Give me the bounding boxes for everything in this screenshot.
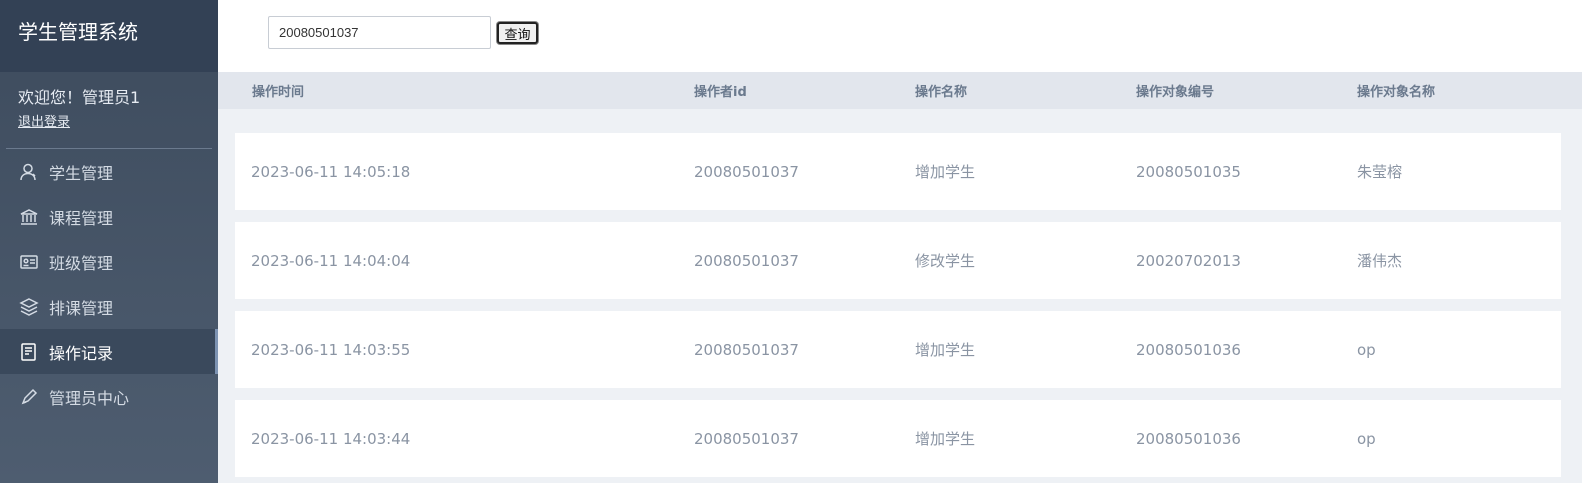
sidebar-item-label: 班级管理 xyxy=(49,253,114,273)
cell-operation: 增加学生 xyxy=(915,163,976,181)
cell-operation: 增加学生 xyxy=(915,341,976,359)
document-icon xyxy=(18,341,40,363)
table-header: 操作时间 操作者id 操作名称 操作对象编号 操作对象名称 xyxy=(218,72,1582,109)
column-header: 操作者id xyxy=(694,85,747,100)
sidebar-item-class[interactable]: 班级管理 xyxy=(0,239,218,284)
sidebar-item-student[interactable]: 学生管理 xyxy=(0,149,218,194)
bank-icon xyxy=(18,206,40,228)
cell-time: 2023-06-11 14:05:18 xyxy=(251,162,411,181)
sidebar-item-label: 管理员中心 xyxy=(49,388,130,408)
cell-operation: 修改学生 xyxy=(915,252,976,270)
sidebar: 学生管理系统 欢迎您！管理员1 退出登录 学生管理 课程管理 班级管理 排课管理… xyxy=(0,0,218,483)
cell-target-id: 20080501036 xyxy=(1136,340,1241,359)
cell-target-name: op xyxy=(1357,340,1376,359)
table-row[interactable]: 2023-06-11 14:05:18 20080501037 增加学生 200… xyxy=(235,133,1561,210)
column-header: 操作名称 xyxy=(915,85,968,100)
column-header: 操作时间 xyxy=(252,85,305,100)
sidebar-menu: 学生管理 课程管理 班级管理 排课管理 操作记录 管理员中心 xyxy=(0,149,218,419)
sidebar-item-label: 学生管理 xyxy=(49,163,114,183)
search-bar: 查询 xyxy=(218,0,1582,72)
cell-time: 2023-06-11 14:04:04 xyxy=(251,251,411,270)
cell-operator-id: 20080501037 xyxy=(694,429,799,448)
logout-link[interactable]: 退出登录 xyxy=(18,111,70,130)
cell-target-id: 20020702013 xyxy=(1136,251,1241,270)
cell-time: 2023-06-11 14:03:44 xyxy=(251,429,411,448)
search-button[interactable]: 查询 xyxy=(497,22,538,44)
table-row[interactable]: 2023-06-11 14:03:55 20080501037 增加学生 200… xyxy=(235,311,1561,388)
column-header: 操作对象编号 xyxy=(1136,85,1215,100)
table-row[interactable]: 2023-06-11 14:04:04 20080501037 修改学生 200… xyxy=(235,222,1561,299)
cell-target-name: 朱莹榕 xyxy=(1357,163,1403,181)
operation-log-table: 操作时间 操作者id 操作名称 操作对象编号 操作对象名称 2023-06-11… xyxy=(218,72,1582,483)
cell-operator-id: 20080501037 xyxy=(694,251,799,270)
cell-target-name: op xyxy=(1357,429,1376,448)
sidebar-item-label: 操作记录 xyxy=(49,343,114,363)
user-icon xyxy=(18,161,40,183)
welcome-text: 欢迎您！管理员1 xyxy=(18,88,141,107)
cell-operator-id: 20080501037 xyxy=(694,340,799,359)
cell-operation: 增加学生 xyxy=(915,430,976,448)
column-header: 操作对象名称 xyxy=(1357,85,1436,100)
cell-time: 2023-06-11 14:03:55 xyxy=(251,340,411,359)
id-card-icon xyxy=(18,251,40,273)
sidebar-item-course[interactable]: 课程管理 xyxy=(0,194,218,239)
cell-target-id: 20080501036 xyxy=(1136,429,1241,448)
search-input[interactable] xyxy=(268,16,491,49)
main-content: 查询 操作时间 操作者id 操作名称 操作对象编号 操作对象名称 2023-06… xyxy=(218,0,1582,483)
sidebar-item-label: 排课管理 xyxy=(49,298,114,318)
cell-target-name: 潘伟杰 xyxy=(1357,252,1403,270)
app-title: 学生管理系统 xyxy=(0,0,218,72)
sidebar-item-schedule[interactable]: 排课管理 xyxy=(0,284,218,329)
welcome-panel: 欢迎您！管理员1 退出登录 xyxy=(0,72,218,148)
table-row[interactable]: 2023-06-11 14:03:44 20080501037 增加学生 200… xyxy=(235,400,1561,477)
cell-target-id: 20080501035 xyxy=(1136,162,1241,181)
sidebar-item-label: 课程管理 xyxy=(49,208,114,228)
sidebar-item-logs[interactable]: 操作记录 xyxy=(0,329,218,374)
layers-icon xyxy=(18,296,40,318)
sidebar-item-admin[interactable]: 管理员中心 xyxy=(0,374,218,419)
pen-icon xyxy=(18,386,40,408)
cell-operator-id: 20080501037 xyxy=(694,162,799,181)
